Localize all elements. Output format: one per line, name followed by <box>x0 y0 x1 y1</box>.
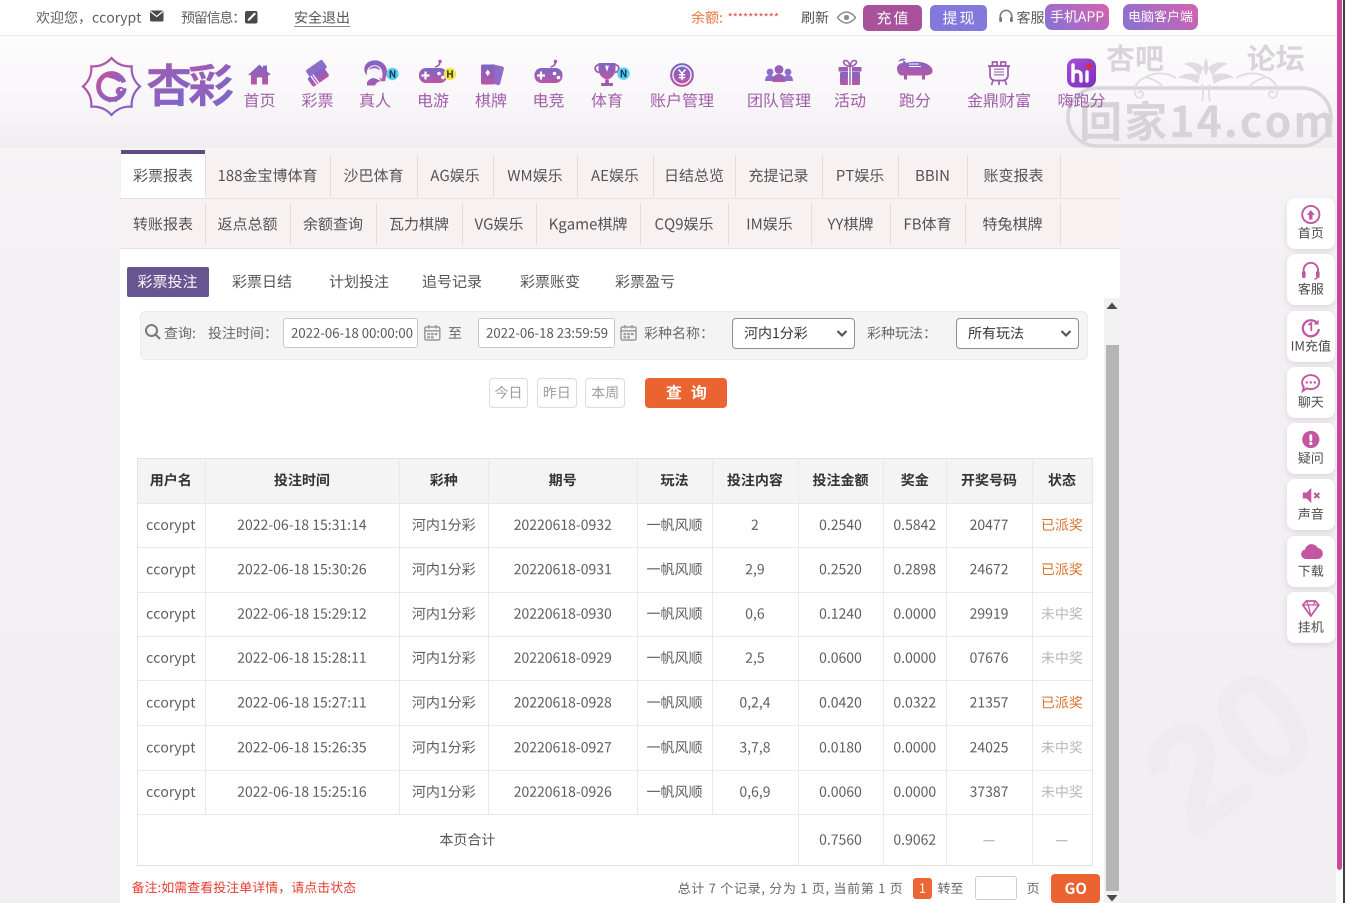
svg-text:20: 20 <box>1113 633 1345 867</box>
